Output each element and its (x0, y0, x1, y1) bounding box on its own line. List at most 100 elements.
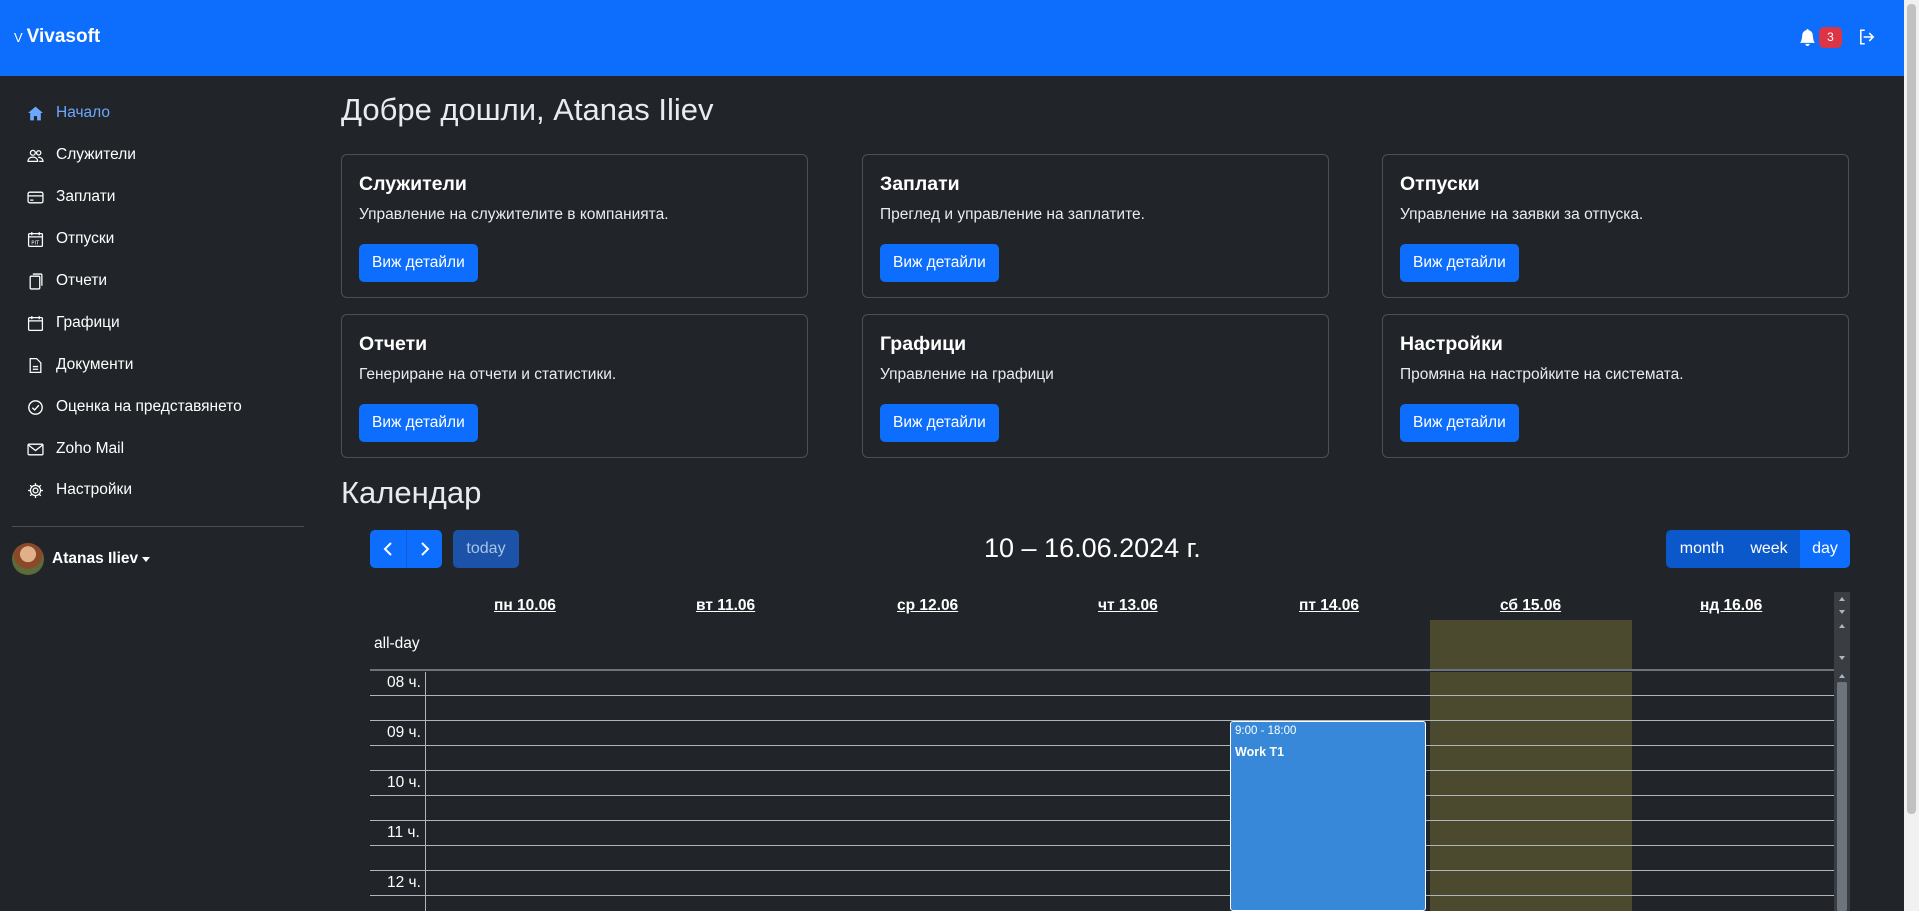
view-details-button[interactable]: Виж детайли (359, 404, 478, 442)
home-icon (28, 106, 43, 120)
sidebar-item-label: Служители (56, 146, 136, 163)
sidebar-item-label: Заплати (56, 188, 116, 205)
card-description: Промяна на настройките на системата. (1400, 366, 1684, 383)
today-button[interactable]: today (453, 530, 519, 568)
bell-icon[interactable] (1799, 29, 1816, 46)
calendar-icon: PIT (27, 231, 44, 247)
scroll-up-icon[interactable] (1839, 597, 1845, 601)
grid-line (370, 895, 1834, 896)
top-navbar: V Vivasoft 3 (0, 0, 1904, 76)
day-header[interactable]: вт 11.06 (696, 597, 755, 615)
sidebar-item-employees[interactable]: Служители (27, 142, 136, 168)
week-view-button[interactable]: week (1738, 530, 1800, 568)
day-header[interactable]: сб 15.06 (1500, 597, 1561, 615)
all-day-label: all-day (374, 635, 420, 652)
page-scroll-thumb[interactable] (1907, 4, 1916, 814)
sidebar-item-settings[interactable]: Настройки (27, 477, 132, 503)
card-title: Отпуски (1400, 173, 1480, 195)
calendar-scrollbar[interactable] (1834, 592, 1850, 911)
card-title: Служители (359, 173, 467, 195)
weekend-allday-cell (1430, 620, 1632, 669)
grid-line (370, 795, 1834, 796)
view-details-button[interactable]: Виж детайли (359, 244, 478, 282)
sidebar-item-label: Настройки (56, 481, 133, 498)
svg-text:PIT: PIT (31, 240, 40, 246)
sidebar-item-reports[interactable]: Отчети (27, 268, 107, 294)
view-details-button[interactable]: Виж детайли (880, 244, 999, 282)
grid-line (370, 870, 1834, 871)
day-view-button[interactable]: day (1800, 530, 1850, 568)
grid-line (370, 770, 1834, 771)
sidebar: Начало Служители Заплати PIT Отпуски Отч… (0, 76, 320, 911)
event-title: Work T1 (1235, 745, 1285, 759)
scroll-thumb[interactable] (1837, 682, 1847, 911)
day-header[interactable]: пн 10.06 (494, 597, 556, 615)
check-circle-icon (28, 399, 43, 415)
card-title: Заплати (880, 173, 960, 195)
sidebar-item-schedules[interactable]: Графици (27, 310, 120, 336)
scroll-up-icon[interactable] (1839, 624, 1845, 628)
brand-prefix: V (14, 29, 23, 45)
notification-badge: 3 (1819, 27, 1842, 48)
scroll-up-icon[interactable] (1839, 674, 1845, 678)
sidebar-item-home[interactable]: Начало (27, 100, 110, 126)
sidebar-item-label: Графици (56, 314, 120, 331)
day-header[interactable]: пт 14.06 (1299, 597, 1359, 615)
view-details-button[interactable]: Виж детайли (880, 404, 999, 442)
sidebar-item-label: Отпуски (56, 230, 115, 247)
hour-label: 10 ч. (387, 774, 421, 791)
day-header[interactable]: нд 16.06 (1700, 597, 1762, 615)
scroll-down-icon[interactable] (1839, 610, 1845, 614)
calendar-event[interactable]: 9:00 - 18:00 Work T1 (1230, 721, 1426, 911)
weekend-column (1430, 672, 1632, 911)
card-description: Управление на заявки за отпуска. (1400, 206, 1644, 223)
logout-icon[interactable] (1858, 28, 1876, 46)
prev-button[interactable] (370, 530, 406, 568)
event-time: 9:00 - 18:00 (1235, 725, 1297, 737)
user-menu[interactable]: Atanas Iliev (12, 543, 151, 575)
hour-label: 11 ч. (387, 824, 420, 841)
sidebar-item-documents[interactable]: Документи (27, 352, 133, 378)
card-schedules: Графици Управление на графици Виж детайл… (862, 314, 1329, 458)
sidebar-item-label: Начало (56, 104, 111, 121)
files-icon (29, 272, 43, 290)
card-title: Графици (880, 333, 967, 355)
view-details-button[interactable]: Виж детайли (1400, 404, 1519, 442)
view-details-button[interactable]: Виж детайли (1400, 244, 1519, 282)
page-scrollbar[interactable] (1904, 0, 1919, 911)
time-axis-divider (425, 672, 426, 911)
sidebar-item-label: Документи (56, 356, 134, 373)
brand-name: Vivasoft (26, 26, 101, 47)
hour-label: 08 ч. (387, 674, 421, 691)
card-title: Отчети (359, 333, 428, 355)
caret-down-icon (142, 556, 151, 562)
card-description: Генериране на отчети и статистики. (359, 366, 617, 383)
scroll-down-icon[interactable] (1839, 656, 1845, 660)
sidebar-item-performance[interactable]: Оценка на представянето (27, 394, 242, 420)
sidebar-divider (12, 526, 304, 527)
day-header[interactable]: чт 13.06 (1098, 597, 1158, 615)
card-settings: Настройки Промяна на настройките на сист… (1382, 314, 1849, 458)
card-leaves: Отпуски Управление на заявки за отпуска.… (1382, 154, 1849, 298)
next-button[interactable] (406, 530, 442, 568)
gear-icon (28, 482, 43, 498)
envelope-icon (27, 443, 44, 455)
card-salaries: Заплати Преглед и управление на заплатит… (862, 154, 1329, 298)
users-icon (27, 149, 44, 162)
sidebar-item-leaves[interactable]: PIT Отпуски (27, 226, 114, 252)
calendar-title: Календар (341, 475, 482, 510)
sidebar-item-label: Zoho Mail (56, 440, 125, 457)
grid-line (370, 845, 1834, 846)
month-view-button[interactable]: month (1666, 530, 1738, 568)
sidebar-item-label: Оценка на представянето (56, 398, 242, 415)
grid-line (370, 720, 1834, 721)
day-header[interactable]: ср 12.06 (897, 597, 958, 615)
sidebar-item-label: Отчети (56, 272, 108, 289)
user-name: Atanas Iliev (52, 550, 139, 567)
sidebar-item-zoho-mail[interactable]: Zoho Mail (27, 436, 124, 462)
page-title: Добре дошли, Atanas Iliev (341, 92, 714, 127)
brand-logo[interactable]: V Vivasoft (14, 26, 100, 48)
grid-line (370, 820, 1834, 821)
allday-divider (370, 669, 1834, 671)
sidebar-item-salaries[interactable]: Заплати (27, 184, 115, 210)
